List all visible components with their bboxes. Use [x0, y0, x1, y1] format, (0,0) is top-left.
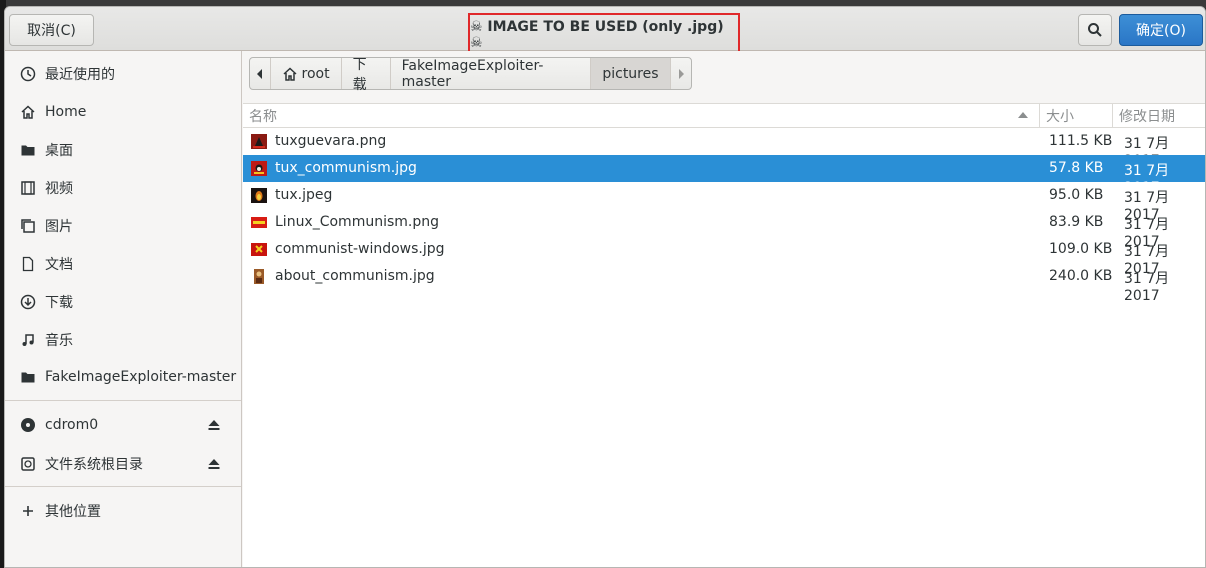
folder-icon [19, 141, 37, 159]
sidebar-item-label: 桌面 [45, 143, 73, 159]
image-thumbnail-icon [251, 217, 267, 228]
plus-icon [19, 502, 37, 520]
places-sidebar: 最近使用的 Home 桌面 视频 图片 文档 下载 音乐 FakeImageEx… [5, 51, 242, 567]
pathbar-segment-label: FakeImageExploiter-master [401, 57, 544, 90]
eject-icon[interactable] [207, 418, 221, 432]
image-thumbnail-icon [251, 134, 267, 149]
file-date: 31 7月 2017 [1124, 271, 1170, 304]
download-icon [19, 293, 37, 311]
file-size: 95.0 KB [1049, 187, 1104, 203]
sidebar-item-music[interactable]: 音乐 [5, 322, 241, 358]
file-size: 57.8 KB [1049, 160, 1104, 176]
sidebar-item-label: FakeImageExploiter-master [45, 369, 237, 385]
pathbar-area: root 下载 FakeImageExploiter-master pictur… [243, 51, 1205, 103]
column-date-header[interactable]: 修改日期 [1112, 104, 1205, 128]
file-size: 109.0 KB [1049, 241, 1113, 257]
sidebar-item-label: 下载 [45, 295, 73, 311]
pathbar-segment-pictures[interactable]: pictures [591, 58, 671, 89]
file-chooser-dialog: 取消(C) ☠ IMAGE TO BE USED (only .jpg) ☠ 确… [4, 6, 1206, 568]
sidebar-item-label: 其他位置 [45, 504, 101, 520]
sidebar-item-label: 音乐 [45, 333, 73, 349]
pathbar-segment-label: pictures [602, 65, 659, 82]
file-size: 111.5 KB [1049, 133, 1113, 149]
file-size: 240.0 KB [1049, 268, 1113, 284]
pathbar: root 下载 FakeImageExploiter-master pictur… [249, 57, 692, 93]
sidebar-item-desktop[interactable]: 桌面 [5, 132, 241, 168]
home-icon [283, 66, 297, 81]
image-thumbnail-icon [251, 161, 267, 176]
file-row[interactable]: about_communism.jpg 240.0 KB 31 7月 2017 [243, 263, 1205, 304]
sidebar-item-label: 图片 [45, 219, 73, 235]
image-thumbnail-icon [251, 188, 267, 203]
pathbar-scroll-right[interactable] [671, 58, 691, 89]
drive-icon [19, 455, 37, 473]
sidebar-item-fakeimageexploiter[interactable]: FakeImageExploiter-master [5, 359, 241, 395]
header-bar: 取消(C) ☠ IMAGE TO BE USED (only .jpg) ☠ 确… [5, 7, 1205, 56]
pictures-icon [19, 217, 37, 235]
sidebar-item-pictures[interactable]: 图片 [5, 208, 241, 244]
file-list: tuxguevara.png 111.5 KB 31 7月 2017 tux_c… [243, 128, 1205, 304]
sidebar-item-label: 文件系统根目录 [45, 457, 143, 473]
image-thumbnail-icon [251, 243, 267, 256]
cancel-button[interactable]: 取消(C) [9, 14, 94, 46]
disc-icon [19, 416, 37, 434]
home-icon [19, 103, 37, 121]
image-thumbnail-icon [254, 269, 264, 284]
file-row[interactable]: communist-windows.jpg 109.0 KB 31 7月 201… [243, 236, 1205, 277]
column-header: 名称 大小 修改日期 [243, 103, 1205, 128]
sidebar-item-home[interactable]: Home [5, 94, 241, 130]
file-row[interactable]: tuxguevara.png 111.5 KB 31 7月 2017 [243, 128, 1205, 169]
file-row-selected[interactable]: tux_communism.jpg 57.8 KB 31 7月 2017 [243, 155, 1205, 196]
sidebar-item-label: cdrom0 [45, 417, 99, 433]
column-name-header[interactable]: 名称 [243, 104, 1039, 128]
document-icon [19, 255, 37, 273]
file-name: about_communism.jpg [275, 268, 435, 284]
column-size-header[interactable]: 大小 [1039, 104, 1112, 128]
sidebar-separator [5, 400, 241, 401]
pathbar-segment-fakeimageexploiter[interactable]: FakeImageExploiter-master [391, 57, 592, 90]
pathbar-segment-downloads[interactable]: 下载 [342, 57, 391, 93]
file-name: communist-windows.jpg [275, 241, 445, 257]
file-name: tux_communism.jpg [275, 160, 417, 176]
file-list-pane: root 下载 FakeImageExploiter-master pictur… [243, 51, 1205, 567]
search-button[interactable] [1078, 14, 1112, 46]
search-icon [1088, 23, 1102, 37]
sidebar-item-label: Home [45, 104, 87, 120]
dialog-title: ☠ IMAGE TO BE USED (only .jpg) ☠ [468, 13, 740, 56]
pathbar-segment-label: 下载 [352, 56, 367, 93]
ok-button[interactable]: 确定(O) [1119, 14, 1203, 46]
file-name: tux.jpeg [275, 187, 333, 203]
pathbar-scroll-left[interactable] [250, 58, 271, 89]
file-row[interactable]: tux.jpeg 95.0 KB 31 7月 2017 [243, 182, 1205, 223]
file-row[interactable]: Linux_Communism.png 83.9 KB 31 7月 2017 [243, 209, 1205, 250]
chevron-left-icon [256, 68, 262, 79]
video-icon [19, 179, 37, 197]
sidebar-item-recent[interactable]: 最近使用的 [5, 56, 241, 92]
file-name: tuxguevara.png [275, 133, 387, 149]
music-icon [19, 331, 37, 349]
pathbar-segment-label: root [301, 65, 330, 82]
sidebar-separator [5, 486, 241, 487]
sidebar-item-label: 最近使用的 [45, 67, 115, 83]
sidebar-item-label: 文档 [45, 257, 73, 273]
sort-ascending-icon [1018, 112, 1028, 118]
sidebar-item-videos[interactable]: 视频 [5, 170, 241, 206]
file-name: Linux_Communism.png [275, 214, 440, 230]
sidebar-item-filesystem-root[interactable]: 文件系统根目录 [5, 446, 241, 482]
sidebar-item-documents[interactable]: 文档 [5, 246, 241, 282]
pathbar-segment-root[interactable]: root [271, 58, 342, 89]
chevron-right-icon [678, 68, 684, 79]
folder-icon [19, 368, 37, 386]
sidebar-item-other-locations[interactable]: 其他位置 [5, 493, 241, 529]
file-size: 83.9 KB [1049, 214, 1104, 230]
sidebar-item-downloads[interactable]: 下载 [5, 284, 241, 320]
sidebar-item-cdrom[interactable]: cdrom0 [5, 407, 241, 443]
sidebar-item-label: 视频 [45, 181, 73, 197]
eject-icon[interactable] [207, 457, 221, 471]
recent-icon [19, 65, 37, 83]
